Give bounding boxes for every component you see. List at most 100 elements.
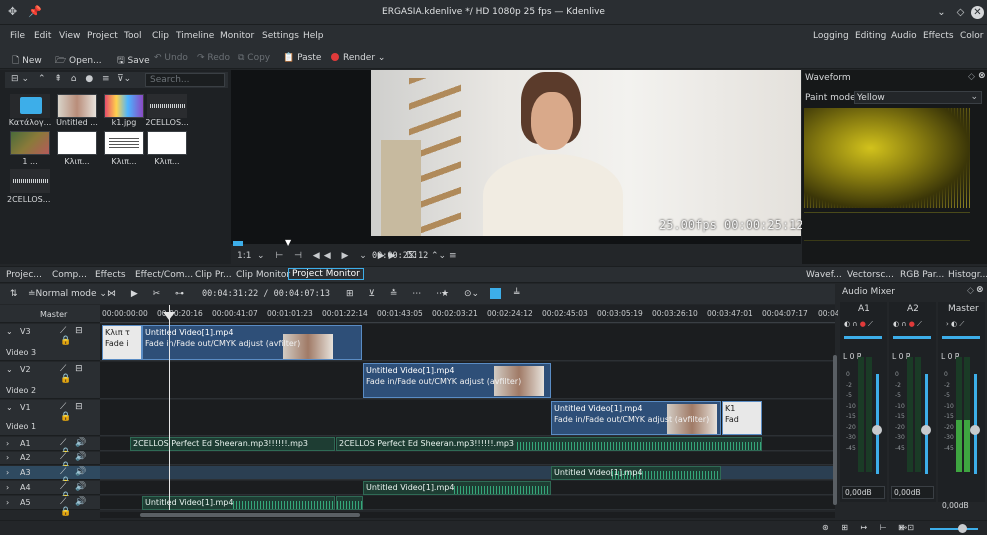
dock-float-icon[interactable]: ◇ [968,72,975,82]
volume-fader[interactable] [925,374,928,474]
track-lane[interactable] [100,452,835,465]
paste-button[interactable]: 📋 Paste [283,53,321,63]
open-button[interactable]: 🗁 Open... [55,53,102,69]
pan-slider[interactable] [942,336,980,339]
filter-icon[interactable]: ⊽⌄ [117,74,131,84]
expand-icon[interactable]: › [6,498,9,507]
save-button[interactable]: 🖫 Save [117,53,150,69]
zoom-icons[interactable]: ⊠ ⊡ [898,523,914,532]
track-controls-icon[interactable]: ⟋ 🔊 🔒 [60,497,100,517]
redo-button[interactable]: ↷ Redo [197,53,230,63]
collapse-icon[interactable]: ⌄ [6,403,13,412]
workspace-editing[interactable]: Editing [855,31,886,41]
channel-buttons-icon[interactable]: › ◐ ⟋ [946,320,964,329]
tab-project-bin[interactable]: Projec... [6,270,42,280]
track-header-v3[interactable]: ⌄ V3 ⟋ ⊟ 🔒 Video 3 [0,324,100,361]
menu-clip[interactable]: Clip [152,31,169,41]
menu-project[interactable]: Project [87,31,118,41]
bin-item-title[interactable] [104,131,144,155]
edit-mode-select[interactable]: ≐Normal mode ⌄ [28,289,107,299]
menu-file[interactable]: File [10,31,25,41]
minimize-icon[interactable]: ⌄ [935,6,948,19]
menu-settings[interactable]: Settings [262,31,299,41]
timeline-clip[interactable]: Untitled Video[1].mp4 [142,496,335,510]
monitor-seek-marker[interactable] [233,241,243,246]
snap-icon[interactable]: ⊙⌄ [464,289,479,299]
tab-vectorscope[interactable]: Vectorsc... [847,270,894,280]
expand-icon[interactable]: › [6,439,9,448]
volume-fader[interactable] [974,374,977,474]
timeline-actions-icon[interactable]: ⊞ ⊻ ≛ ⋯ ⋯ [346,289,451,299]
new-button[interactable]: 🗋 New [12,53,42,69]
collapse-icon[interactable]: ⌄ [6,365,13,374]
scrollbar-thumb[interactable] [140,513,360,517]
track-header-v1[interactable]: ⌄ V1 ⟋ ⊟ 🔒 Video 1 [0,400,100,436]
bin-tools-icon[interactable]: ⊟⌄ ⌃ ⇞ ⌂ ● ≡ [11,74,113,84]
volume-spinbox[interactable]: 0,00dB [940,500,983,513]
copy-button[interactable]: ⧉ Copy [238,53,270,63]
tab-clip-properties[interactable]: Clip Pr... [195,270,232,280]
menu-edit[interactable]: Edit [34,31,51,41]
monitor-zoom[interactable]: 1:1 [237,251,251,261]
track-header-a3[interactable]: › A3 ⟋ 🔊 🔒 [0,466,100,487]
volume-fader-handle[interactable] [872,425,882,435]
tab-effects[interactable]: Effects [95,270,126,280]
expand-icon[interactable]: › [6,468,9,477]
track-controls-icon[interactable]: ⟋ ⊟ 🔒 [60,364,100,384]
timeline-clip[interactable] [336,496,363,510]
volume-spinbox[interactable]: 0,00dB [891,486,934,499]
zoom-slider[interactable] [930,528,978,530]
tab-clip-monitor[interactable]: Clip Monitor [236,270,290,280]
track-header-v2[interactable]: ⌄ V2 ⟋ ⊟ 🔒 Video 2 [0,362,100,399]
menu-view[interactable]: View [59,31,80,41]
track-lane[interactable] [100,466,835,480]
timeline-scrollbar[interactable] [100,512,835,518]
tab-rgb-parade[interactable]: RGB Par... [900,270,944,280]
volume-fader-handle[interactable] [921,425,931,435]
menu-monitor[interactable]: Monitor [220,31,254,41]
tab-compositions[interactable]: Comp... [52,270,87,280]
track-header-a1[interactable]: › A1 ⟋ 🔊 🔒 [0,437,100,458]
workspace-audio[interactable]: Audio [891,31,917,41]
timeline-clip[interactable]: Untitled Video[1].mp4 Fade in/Fade out/C… [551,401,721,435]
bin-item-audio[interactable] [10,169,50,193]
paint-mode-select[interactable]: Yellow ⌄ [854,91,982,104]
bin-item-title[interactable] [57,131,97,155]
dock-close-icon[interactable]: ⊗ [976,285,984,295]
expand-icon[interactable]: › [6,453,9,462]
monitor-timecode[interactable]: 00:00:25:12 [372,251,428,261]
pan-slider[interactable] [893,336,931,339]
menu-timeline[interactable]: Timeline [176,31,214,41]
split-audio-icon[interactable] [490,288,501,299]
tab-histogram[interactable]: Histogr... [948,270,987,280]
bin-item-video[interactable] [57,94,97,118]
timeline-clip[interactable]: 2CELLOS Perfect Ed Sheeran.mp3!!!!!!.mp3 [336,437,762,451]
star-icon[interactable]: ★ [441,289,449,299]
volume-spinbox[interactable]: 0,00dB [842,486,885,499]
bin-item-audio[interactable] [147,94,187,118]
timeline-ruler[interactable]: 00:00:00:00 00:00:20:16 00:00:41:07 00:0… [100,305,840,323]
volume-fader-handle[interactable] [970,425,980,435]
timeline-position[interactable]: 00:04:31:22 / 00:04:07:13 [202,289,330,299]
timeline-clip[interactable]: K1 Fad [722,401,762,435]
channel-buttons-icon[interactable]: ◐ ∩ ● ⟋ [844,320,873,329]
dock-float-icon[interactable]: ◇ [967,286,974,296]
timeline-clip[interactable]: Untitled Video[1].mp4 Fade in/Fade out/C… [363,363,551,398]
timeline-clip[interactable]: Untitled Video[1].mp4 [363,481,551,495]
pan-slider[interactable] [844,336,882,339]
playhead[interactable] [169,305,170,510]
menu-help[interactable]: Help [303,31,324,41]
track-controls-icon[interactable]: ⟋ ⊟ 🔒 [60,402,100,422]
bin-item-video[interactable] [10,131,50,155]
multitrack-icon[interactable]: ╧ [514,289,519,299]
tool-buttons-icon[interactable]: ⋈ ▶ ✂ ⊶ [107,289,190,299]
channel-buttons-icon[interactable]: ◐ ∩ ● ⟋ [893,320,922,329]
undo-button[interactable]: ↶ Undo [154,53,188,63]
bin-search-input[interactable]: Search... [145,73,225,87]
track-controls-icon[interactable]: ⟋ ⊟ 🔒 [60,326,100,346]
track-menu-icon[interactable]: ⇅ [10,289,18,299]
collapse-icon[interactable]: ⌄ [6,327,13,336]
timeline-clip[interactable]: Untitled Video[1].mp4 Fade in/Fade out/C… [142,325,362,360]
dock-close-icon[interactable]: ⊗ [978,71,986,81]
bin-item[interactable] [10,94,50,118]
